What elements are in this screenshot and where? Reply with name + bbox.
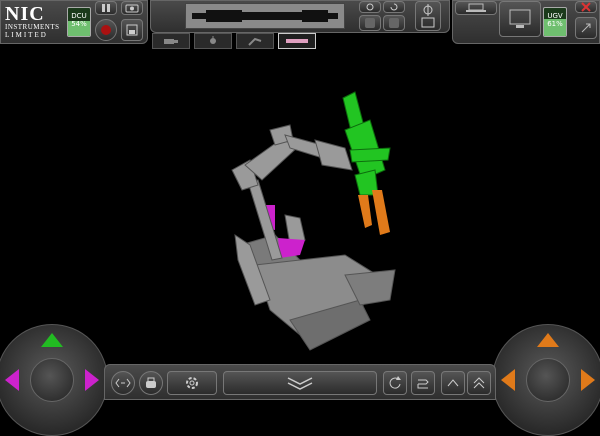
gripper-icon bbox=[146, 377, 156, 388]
code-bracket-button[interactable] bbox=[111, 371, 135, 395]
rotate-button[interactable] bbox=[383, 371, 407, 395]
code-bracket-icon bbox=[115, 378, 131, 388]
drive-joystick[interactable] bbox=[0, 324, 108, 436]
stairs-button[interactable] bbox=[411, 371, 435, 395]
arm-joystick-arrows bbox=[501, 333, 595, 391]
bottom-toolbar bbox=[104, 364, 496, 400]
raise-button[interactable] bbox=[467, 371, 491, 395]
chevron-down-icon bbox=[287, 377, 313, 390]
stow-up-icon bbox=[447, 379, 459, 387]
robot-chassis bbox=[234, 214, 396, 351]
drive-joystick-arrows bbox=[5, 333, 99, 391]
collapse-button[interactable] bbox=[223, 371, 377, 395]
up-arrows-icon bbox=[473, 377, 485, 389]
up-arrow-icon bbox=[41, 333, 63, 347]
settings-button[interactable] bbox=[167, 371, 217, 395]
arm-joystick[interactable] bbox=[492, 324, 600, 436]
gripper-fingers bbox=[358, 190, 390, 235]
right-arrow-icon bbox=[581, 369, 595, 391]
stairs-icon bbox=[417, 379, 429, 389]
up-arrow-icon bbox=[537, 333, 559, 347]
stow-up-button[interactable] bbox=[441, 371, 465, 395]
settings-gear-icon bbox=[186, 377, 198, 389]
right-arrow-icon bbox=[85, 369, 99, 391]
robot-gripper bbox=[342, 91, 391, 196]
left-arrow-icon bbox=[501, 369, 515, 391]
left-arrow-icon bbox=[5, 369, 19, 391]
rotate-icon bbox=[389, 376, 401, 389]
gripper-button[interactable] bbox=[139, 371, 163, 395]
